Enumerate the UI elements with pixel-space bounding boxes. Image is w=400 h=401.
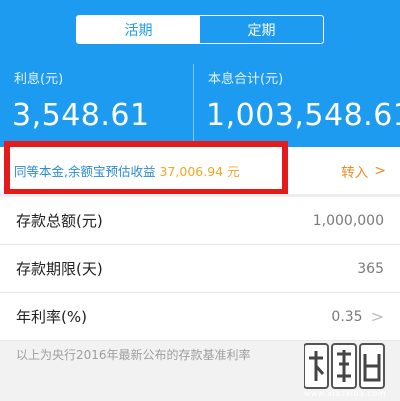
row-deposit-amount[interactable]: 存款总额(元) 1,000,000 (0, 197, 400, 245)
transfer-in-label: 转入 (341, 164, 369, 181)
promo-text: 同等本金,余额宝预估收益 (14, 164, 156, 179)
row-label: 存款期限(天) (16, 260, 103, 278)
row-value: 1,000,000 (312, 212, 384, 229)
transfer-in-button[interactable]: 转入 > (341, 147, 386, 194)
promo-amount: 37,006.94 元 (159, 164, 240, 179)
total-value: 1,003,548.61 (206, 98, 400, 133)
chevron-right-icon: > (370, 307, 384, 326)
row-label: 年利率(%) (16, 308, 87, 326)
interest-label: 利息(元) (14, 72, 64, 87)
interest-value: 3,548.61 (12, 98, 150, 133)
tab-fixed-deposit[interactable]: 定期 (200, 16, 323, 43)
total-label: 本息合计(元) (208, 72, 284, 87)
row-value: 365 (357, 260, 384, 277)
chevron-right-icon: > (374, 162, 386, 179)
row-deposit-term[interactable]: 存款期限(天) 365 (0, 245, 400, 293)
yuebao-promo-banner[interactable]: 同等本金,余额宝预估收益 37,006.94 元 转入 > (0, 147, 400, 194)
segment-control: 活期 定期 (76, 15, 324, 44)
rate-footnote: 以上为央行2016年最新公布的存款基准利率 (16, 348, 251, 362)
watermark-logo (304, 343, 385, 389)
watermark-url: www.xiazaiba.com (303, 389, 386, 398)
stats-divider (193, 64, 194, 142)
row-annual-rate[interactable]: 年利率(%) 0.35 > (0, 293, 400, 341)
row-label: 存款总额(元) (16, 212, 103, 230)
row-value: 0.35 (331, 308, 363, 325)
header-panel: 活期 定期 利息(元) 3,548.61 本息合计(元) 1,003,548.6… (0, 0, 400, 147)
tab-current-deposit[interactable]: 活期 (77, 16, 200, 43)
